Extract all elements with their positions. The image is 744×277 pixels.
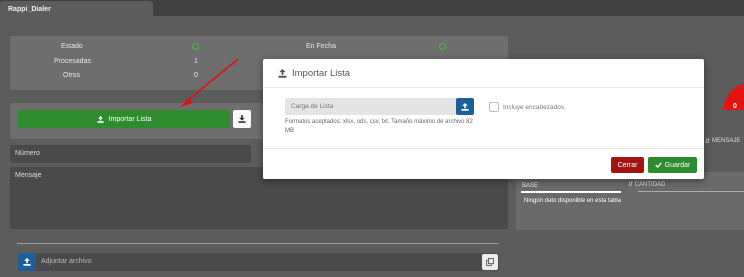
save-button[interactable]: Guardar	[648, 157, 697, 173]
en-fecha-status-icon	[439, 43, 446, 50]
include-headers-checkbox[interactable]: Incluye encabezados	[489, 102, 564, 112]
cantidad-column-header[interactable]: ⇵ CANTIDAD	[628, 181, 665, 188]
import-list-button[interactable]: Importar Lista	[18, 110, 230, 128]
table-empty-message: Ningún dato disponible en esta tabla	[524, 198, 622, 204]
base-column-underline	[521, 191, 621, 193]
otros-label: Otros	[63, 72, 81, 79]
upload-icon	[23, 258, 31, 266]
en-fecha-label: En Fecha	[306, 43, 336, 50]
save-button-label: Guardar	[664, 161, 691, 169]
upload-icon	[96, 115, 104, 123]
import-list-button-label: Importar Lista	[108, 115, 152, 123]
upload-icon	[461, 102, 469, 111]
list-upload-input[interactable]	[285, 98, 457, 115]
tab-rappi-dialer[interactable]: Rappi_Dialer	[0, 1, 153, 17]
otros-value: 0	[194, 72, 198, 79]
modal-title: Importar Lista	[292, 67, 351, 79]
gauge-chart	[705, 66, 744, 110]
include-headers-label: Incluye encabezados	[503, 103, 565, 111]
modal-header: Importar Lista	[263, 59, 704, 88]
cantidad-column-label: CANTIDAD	[634, 182, 666, 188]
upload-icon	[278, 68, 287, 78]
checkbox-box[interactable]	[489, 102, 499, 112]
procesadas-label: Procesadas	[54, 58, 91, 65]
procesadas-value: 1	[194, 58, 198, 65]
download-icon	[238, 115, 246, 123]
estado-status-icon	[192, 43, 199, 50]
divider	[17, 243, 499, 244]
attach-placeholder: Adjuntar archivo	[41, 258, 92, 265]
estado-label: Estado	[61, 43, 83, 50]
attach-upload-button[interactable]	[18, 253, 36, 271]
copy-icon	[486, 258, 494, 266]
cantidad-column-underline	[638, 191, 744, 192]
modal-footer: Cerrar Guardar	[263, 148, 704, 179]
sort-icon: ⇵	[705, 139, 711, 145]
download-template-button[interactable]	[233, 110, 251, 128]
accepted-formats-hint: Formatos aceptados: xlsx, ods, csv, txt.…	[285, 119, 473, 134]
numero-field[interactable]: Número	[10, 145, 251, 163]
mensaje-column-label: MENSAJE	[712, 138, 741, 144]
import-list-modal: Importar Lista Formatos aceptados: xlsx,…	[263, 59, 704, 179]
list-upload-button[interactable]	[456, 98, 474, 115]
close-button[interactable]: Cerrar	[611, 157, 644, 173]
mensaje-column-header[interactable]: ⇵ MENSAJE	[705, 138, 740, 145]
base-column-header[interactable]: BASE	[522, 183, 538, 189]
check-icon	[654, 162, 662, 168]
copy-button[interactable]	[482, 254, 498, 270]
gauge-value: 0	[733, 103, 737, 110]
sort-icon: ⇵	[628, 182, 635, 188]
